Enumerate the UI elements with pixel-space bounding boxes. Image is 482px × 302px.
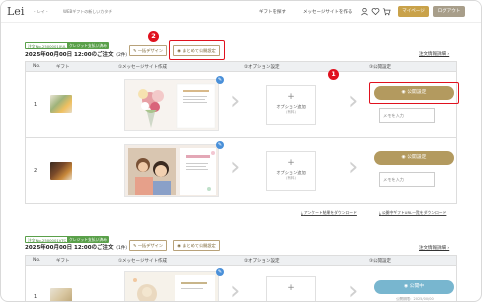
bulk-design-button[interactable]: ✎ 一括デザイン <box>129 45 167 56</box>
site-header: Lei - レイ - WEBギフトの新しいカタチ ギフトを探す メッセージサイト… <box>1 1 481 23</box>
mypage-button[interactable]: マイページ <box>398 6 429 17</box>
order-number-tag: 注文No.2500001VTC <box>25 236 70 243</box>
family-photo-card-image <box>125 145 218 196</box>
col-public: ③公開設定 <box>369 259 392 264</box>
edit-icon[interactable]: ✎ <box>216 141 224 149</box>
order-count: （1件） <box>113 246 130 251</box>
table-row: 1 ✎ › + › ◉ 公開中 公開期限：2025/00/00 <box>26 266 456 302</box>
public-expiry-date: 公開期限：2025/00/00 <box>396 297 434 301</box>
gift-image[interactable] <box>50 288 72 301</box>
user-icon[interactable] <box>360 7 369 16</box>
row-number: 1 <box>34 294 38 300</box>
col-public: ③公開設定 <box>369 65 392 70</box>
bulk-design-button[interactable]: ✎ 一括デザイン <box>129 240 167 251</box>
col-message-site: ①メッセージサイト作成 <box>118 259 167 264</box>
step-badge-1: 1 <box>328 69 339 80</box>
download-survey-link[interactable]: ⤓ アンケート結果をダウンロード <box>301 210 357 216</box>
table-row: 1 ✎ › + オプション追加 (有料) › ◉ 公開設定 メモを入力 <box>26 72 459 138</box>
gift-image[interactable] <box>50 162 72 180</box>
order-number-tag: 注文No.2500001XUL <box>25 42 70 49</box>
col-gift: ギフト <box>56 259 70 264</box>
col-message-site: ①メッセージサイト作成 <box>118 65 167 70</box>
col-no: No. <box>33 64 41 69</box>
message-site-preview[interactable] <box>124 144 219 197</box>
bouquet-card-image <box>125 80 218 130</box>
credit-paid-tag: クレジット支払い済み <box>67 42 109 49</box>
chevron-right-icon: › <box>230 152 241 182</box>
card-preview-image <box>125 272 218 301</box>
order-count: （2件） <box>113 53 130 58</box>
edit-icon[interactable]: ✎ <box>216 268 224 276</box>
order-date: 2025年00月00日 12:00のご注文（1件） <box>25 243 130 251</box>
order-date-text: 2025年00月00日 12:00のご注文 <box>25 245 114 251</box>
download-urls-label: 公開中ギフトURL一覧をダウンロード <box>381 210 447 215</box>
public-status-button[interactable]: ◉ 公開中 <box>374 280 454 294</box>
chevron-right-icon: › <box>348 152 359 182</box>
plus-icon: + <box>287 158 295 168</box>
add-option-button[interactable]: + オプション追加 (有料) <box>266 151 316 191</box>
chevron-right-icon: › <box>348 86 359 116</box>
memo-input[interactable]: メモを入力 <box>379 172 435 187</box>
chevron-right-icon: › <box>348 276 359 302</box>
table-row: 2 ✎ › + オプション追加 (有料) › ◉ 公開設定 メモを入力 <box>26 138 456 204</box>
order-detail-label: 注文情報詳細 <box>419 52 446 57</box>
order-detail-link[interactable]: 注文情報詳細 › <box>419 245 449 251</box>
highlight-public-setting <box>369 82 459 104</box>
step-badge-2: 2 <box>148 31 159 42</box>
col-option: ②オプション設定 <box>244 65 280 70</box>
chevron-right-icon: › <box>230 86 241 116</box>
add-option-paid-note: (有料) <box>286 176 296 180</box>
order-items-table: No. ギフト ①メッセージサイト作成 ②オプション設定 ③公開設定 1 ✎ ›… <box>25 255 457 302</box>
order-date-text: 2025年00月00日 12:00のご注文 <box>25 52 114 58</box>
add-option-paid-note: (有料) <box>286 110 296 114</box>
table-header: No. ギフト ①メッセージサイト作成 ②オプション設定 ③公開設定 <box>26 62 456 72</box>
order-items-table: No. ギフト ①メッセージサイト作成 ②オプション設定 ③公開設定 1 ✎ ›… <box>25 61 459 204</box>
memo-input[interactable]: メモを入力 <box>379 108 435 123</box>
order-date: 2025年00月00日 12:00のご注文（2件） <box>25 50 130 58</box>
edit-icon[interactable]: ✎ <box>216 76 224 84</box>
public-setting-label: 公開設定 <box>407 155 427 160</box>
message-site-preview[interactable] <box>124 79 219 131</box>
chevron-right-icon: › <box>230 276 241 302</box>
row-number: 1 <box>34 102 38 108</box>
message-site-preview[interactable] <box>124 271 219 301</box>
bulk-design-label: 一括デザイン <box>137 243 163 248</box>
highlight-bulk-public <box>169 40 225 60</box>
row-number: 2 <box>34 168 38 174</box>
browser-frame: Lei - レイ - WEBギフトの新しいカタチ ギフトを探す メッセージサイト… <box>0 0 482 302</box>
add-option-button[interactable]: + オプション追加 (有料) <box>266 85 316 125</box>
col-option: ②オプション設定 <box>244 259 280 264</box>
logo-subtitle: - レイ - <box>34 9 48 14</box>
heart-icon[interactable] <box>371 7 380 16</box>
public-setting-button[interactable]: ◉ 公開設定 <box>374 151 454 165</box>
public-status-label: 公開中 <box>409 284 425 289</box>
download-urls-link[interactable]: ⤓ 公開中ギフトURL一覧をダウンロード <box>379 210 446 216</box>
nav-create-message-site[interactable]: メッセージサイトを作る <box>303 9 352 15</box>
plus-icon: + <box>287 92 295 102</box>
option-box[interactable]: + <box>266 276 316 301</box>
gift-image[interactable] <box>50 95 72 113</box>
bulk-public-setting-button[interactable]: ◉ まとめて公開設定 <box>173 240 220 251</box>
credit-paid-tag: クレジット支払い済み <box>67 236 109 243</box>
site-logo[interactable]: Lei <box>7 5 24 18</box>
order-detail-link[interactable]: 注文情報詳細 › <box>419 51 449 57</box>
order-detail-label: 注文情報詳細 <box>419 246 446 251</box>
nav-find-gift[interactable]: ギフトを探す <box>259 9 286 15</box>
plus-icon: + <box>287 283 295 293</box>
bulk-design-label: 一括デザイン <box>137 48 163 53</box>
logout-button[interactable]: ログアウト <box>433 6 465 17</box>
bulk-public-label: まとめて公開設定 <box>182 243 216 248</box>
col-gift: ギフト <box>56 65 70 70</box>
table-header: No. ギフト ①メッセージサイト作成 ②オプション設定 ③公開設定 <box>26 256 456 266</box>
site-tagline: WEBギフトの新しいカタチ <box>63 9 113 14</box>
cart-icon[interactable] <box>382 7 391 16</box>
download-survey-label: アンケート結果をダウンロード <box>303 210 357 215</box>
col-no: No. <box>33 258 41 263</box>
